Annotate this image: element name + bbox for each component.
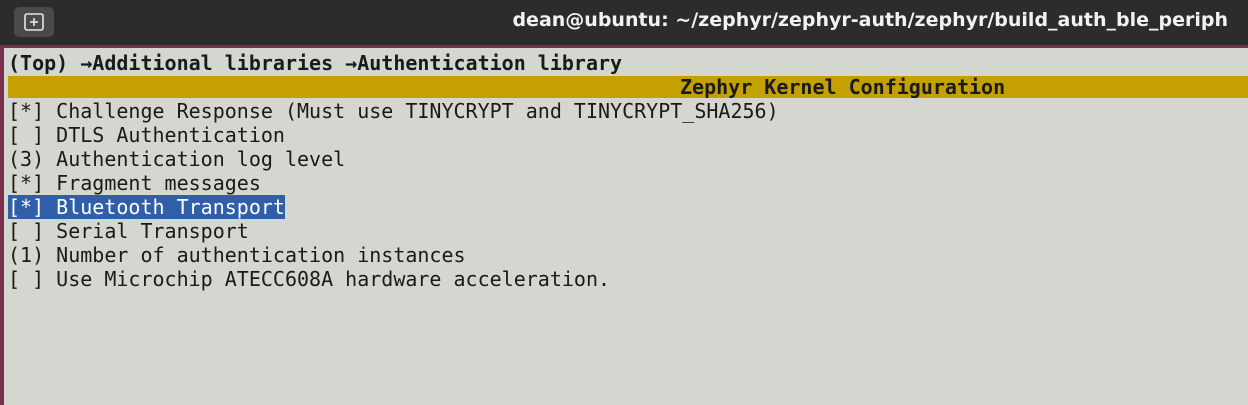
- menu-item-bluetooth-transport[interactable]: [*] Bluetooth Transport: [8, 195, 285, 219]
- title-bar: dean@ubuntu: ~/zephyr/zephyr-auth/zephyr…: [0, 0, 1248, 48]
- menu-item-auth-instances[interactable]: (1) Number of authentication instances: [8, 243, 466, 267]
- window-title: dean@ubuntu: ~/zephyr/zephyr-auth/zephyr…: [512, 9, 1228, 31]
- new-tab-icon: [24, 13, 44, 31]
- new-tab-button[interactable]: [14, 7, 54, 37]
- breadcrumb: (Top) →Additional libraries →Authenticat…: [8, 51, 623, 75]
- menu-item-label: (1) Number of authentication instances: [8, 243, 466, 267]
- menu-item-fragment-messages[interactable]: [*] Fragment messages: [8, 171, 261, 195]
- menu-item-challenge-response[interactable]: [*] Challenge Response (Must use TINYCRY…: [8, 99, 779, 123]
- header-title: Zephyr Kernel Configuration: [680, 75, 1006, 99]
- menu-item-label: (3) Authentication log level: [8, 147, 346, 171]
- menu-item-label: [ ] DTLS Authentication: [8, 123, 285, 147]
- menu-item-dtls-authentication[interactable]: [ ] DTLS Authentication: [8, 123, 285, 147]
- terminal-window: dean@ubuntu: ~/zephyr/zephyr-auth/zephyr…: [0, 0, 1248, 405]
- menu-item-label: [ ] Use Microchip ATECC608A hardware acc…: [8, 267, 611, 291]
- header-bar: Zephyr Kernel Configuration: [8, 76, 1248, 98]
- menu-item-label-selected: [*] Bluetooth Transport: [8, 195, 285, 219]
- menu-item-atecc608a[interactable]: [ ] Use Microchip ATECC608A hardware acc…: [8, 267, 610, 291]
- menu-item-log-level[interactable]: (3) Authentication log level: [8, 147, 345, 171]
- menu-item-serial-transport[interactable]: [ ] Serial Transport: [8, 219, 249, 243]
- menu-item-label: [*] Challenge Response (Must use TINYCRY…: [8, 99, 779, 123]
- menu-item-label: [*] Fragment messages: [8, 171, 261, 195]
- menu-item-label: [ ] Serial Transport: [8, 219, 249, 243]
- menuconfig-screen[interactable]: (Top) →Additional libraries →Authenticat…: [0, 48, 1248, 405]
